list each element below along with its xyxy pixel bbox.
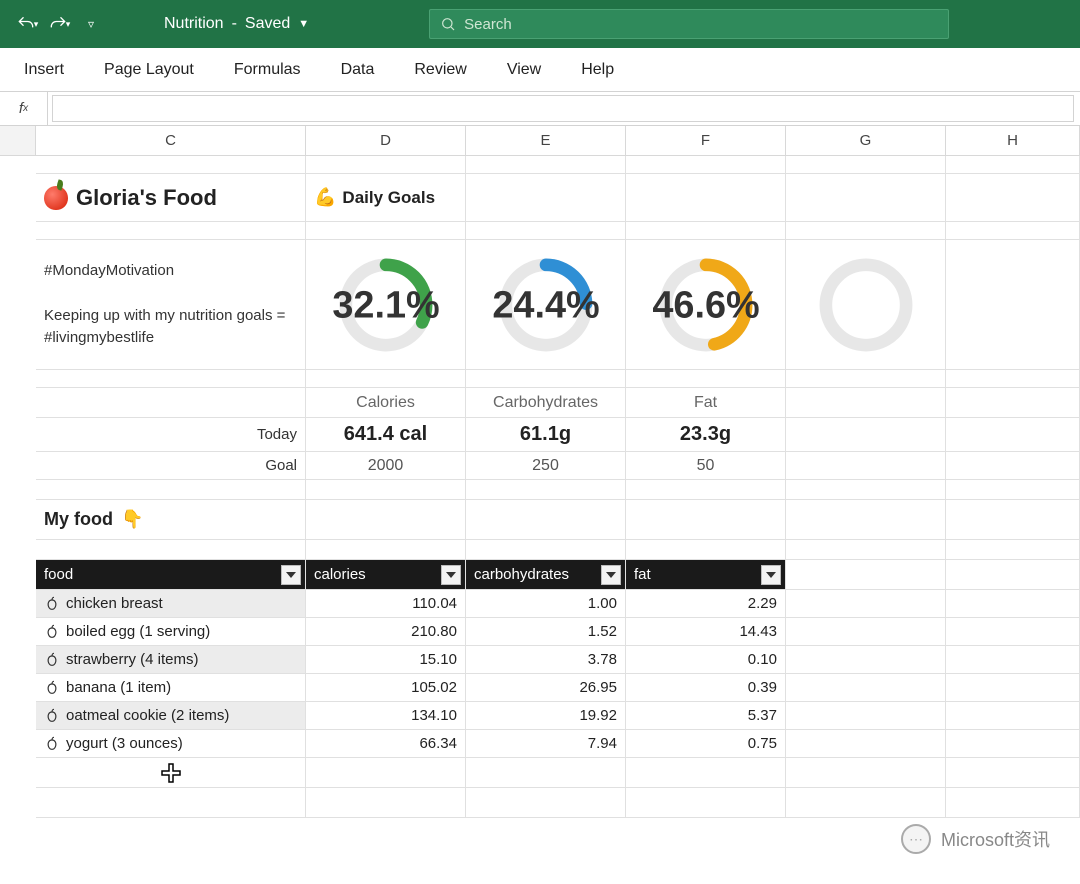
apple-outline-icon bbox=[44, 652, 60, 668]
page-title: Gloria's Food bbox=[76, 185, 217, 211]
tab-formulas[interactable]: Formulas bbox=[234, 61, 301, 79]
filter-button-fat[interactable] bbox=[761, 565, 781, 585]
muscle-icon: 💪 bbox=[314, 187, 336, 208]
svg-text:32.1%: 32.1% bbox=[333, 284, 439, 326]
svg-text:24.4%: 24.4% bbox=[493, 284, 599, 326]
metric-label-cal: Calories bbox=[356, 394, 415, 412]
col-header-e[interactable]: E bbox=[466, 126, 626, 156]
cell-cursor-icon bbox=[161, 763, 181, 783]
note-text: #MondayMotivation Keeping up with my nut… bbox=[44, 260, 297, 350]
row-label-goal: Goal bbox=[44, 457, 297, 474]
search-icon bbox=[440, 16, 456, 32]
donut-empty[interactable] bbox=[786, 240, 946, 369]
redo-button[interactable]: ▾ bbox=[46, 11, 72, 37]
col-header-h[interactable]: H bbox=[946, 126, 1080, 156]
th-food[interactable]: food bbox=[36, 560, 306, 589]
table-row[interactable]: banana (1 item)105.0226.950.39 bbox=[36, 674, 1080, 702]
document-title[interactable]: Nutrition - Saved ▼ bbox=[164, 15, 309, 33]
apple-outline-icon bbox=[44, 680, 60, 696]
workbook-title-cell[interactable]: Gloria's Food bbox=[36, 174, 306, 221]
filter-button-food[interactable] bbox=[281, 565, 301, 585]
worksheet-grid[interactable]: Gloria's Food 💪Daily Goals #MondayMotiva… bbox=[36, 156, 1080, 818]
table-row[interactable]: chicken breast110.041.002.29 bbox=[36, 590, 1080, 618]
th-calories[interactable]: calories bbox=[306, 560, 466, 589]
search-box[interactable] bbox=[429, 9, 949, 39]
apple-outline-icon bbox=[44, 708, 60, 724]
quick-access-toolbar: ▾ ▾ ▿ bbox=[0, 11, 104, 37]
svg-text:46.6%: 46.6% bbox=[653, 284, 759, 326]
table-row[interactable]: oatmeal cookie (2 items)134.1019.925.37 bbox=[36, 702, 1080, 730]
donut-fat[interactable]: 46.6% bbox=[626, 240, 786, 369]
tab-insert[interactable]: Insert bbox=[24, 61, 64, 79]
filter-button-carbs[interactable] bbox=[601, 565, 621, 585]
tab-review[interactable]: Review bbox=[414, 61, 466, 79]
fx-icon[interactable]: fx bbox=[0, 92, 48, 125]
col-header-g[interactable]: G bbox=[786, 126, 946, 156]
apple-outline-icon bbox=[44, 596, 60, 612]
col-header-c[interactable]: C bbox=[36, 126, 306, 156]
today-fat: 23.3g bbox=[680, 423, 731, 446]
watermark: ⋯ Microsoft资讯 bbox=[901, 824, 1050, 854]
chevron-down-icon: ▼ bbox=[298, 18, 309, 30]
th-carbs[interactable]: carbohydrates bbox=[466, 560, 626, 589]
save-state: Saved bbox=[245, 15, 290, 33]
qat-customize[interactable]: ▿ bbox=[78, 11, 104, 37]
goal-cal: 2000 bbox=[368, 457, 404, 475]
select-all-corner[interactable] bbox=[0, 126, 36, 156]
tab-data[interactable]: Data bbox=[341, 61, 375, 79]
title-bar: ▾ ▾ ▿ Nutrition - Saved ▼ bbox=[0, 0, 1080, 48]
donut-carbs[interactable]: 24.4% bbox=[466, 240, 626, 369]
document-name: Nutrition bbox=[164, 15, 224, 33]
table-row[interactable]: boiled egg (1 serving)210.801.5214.43 bbox=[36, 618, 1080, 646]
tab-view[interactable]: View bbox=[507, 61, 541, 79]
table-header-row: food calories carbohydrates fat bbox=[36, 560, 1080, 590]
th-fat[interactable]: fat bbox=[626, 560, 786, 589]
search-input[interactable] bbox=[464, 16, 938, 33]
apple-outline-icon bbox=[44, 624, 60, 640]
goal-fat: 50 bbox=[697, 457, 715, 475]
ribbon-tabs: Insert Page Layout Formulas Data Review … bbox=[0, 48, 1080, 92]
today-carbs: 61.1g bbox=[520, 423, 571, 446]
metric-label-carbs: Carbohydrates bbox=[493, 394, 598, 412]
column-headers: C D E F G H bbox=[0, 126, 1080, 156]
col-header-f[interactable]: F bbox=[626, 126, 786, 156]
apple-outline-icon bbox=[44, 736, 60, 752]
table-row[interactable]: strawberry (4 items)15.103.780.10 bbox=[36, 646, 1080, 674]
apple-icon bbox=[44, 186, 68, 210]
today-cal: 641.4 cal bbox=[344, 423, 427, 446]
tab-help[interactable]: Help bbox=[581, 61, 614, 79]
formula-bar: fx bbox=[0, 92, 1080, 126]
table-row[interactable]: yogurt (3 ounces)66.347.940.75 bbox=[36, 730, 1080, 758]
point-down-icon: 👇 bbox=[121, 509, 143, 530]
filter-button-cal[interactable] bbox=[441, 565, 461, 585]
tab-page-layout[interactable]: Page Layout bbox=[104, 61, 194, 79]
row-label-today: Today bbox=[44, 426, 297, 443]
note-cell[interactable]: #MondayMotivation Keeping up with my nut… bbox=[36, 240, 306, 369]
myfood-title-cell[interactable]: My food👇 bbox=[36, 500, 306, 539]
formula-input[interactable] bbox=[52, 95, 1074, 122]
undo-button[interactable]: ▾ bbox=[14, 11, 40, 37]
col-header-d[interactable]: D bbox=[306, 126, 466, 156]
donut-calories[interactable]: 32.1% bbox=[306, 240, 466, 369]
metric-label-fat: Fat bbox=[694, 394, 717, 412]
goal-carbs: 250 bbox=[532, 457, 559, 475]
wechat-icon: ⋯ bbox=[901, 824, 931, 854]
daily-goals-cell[interactable]: 💪Daily Goals bbox=[306, 174, 466, 221]
